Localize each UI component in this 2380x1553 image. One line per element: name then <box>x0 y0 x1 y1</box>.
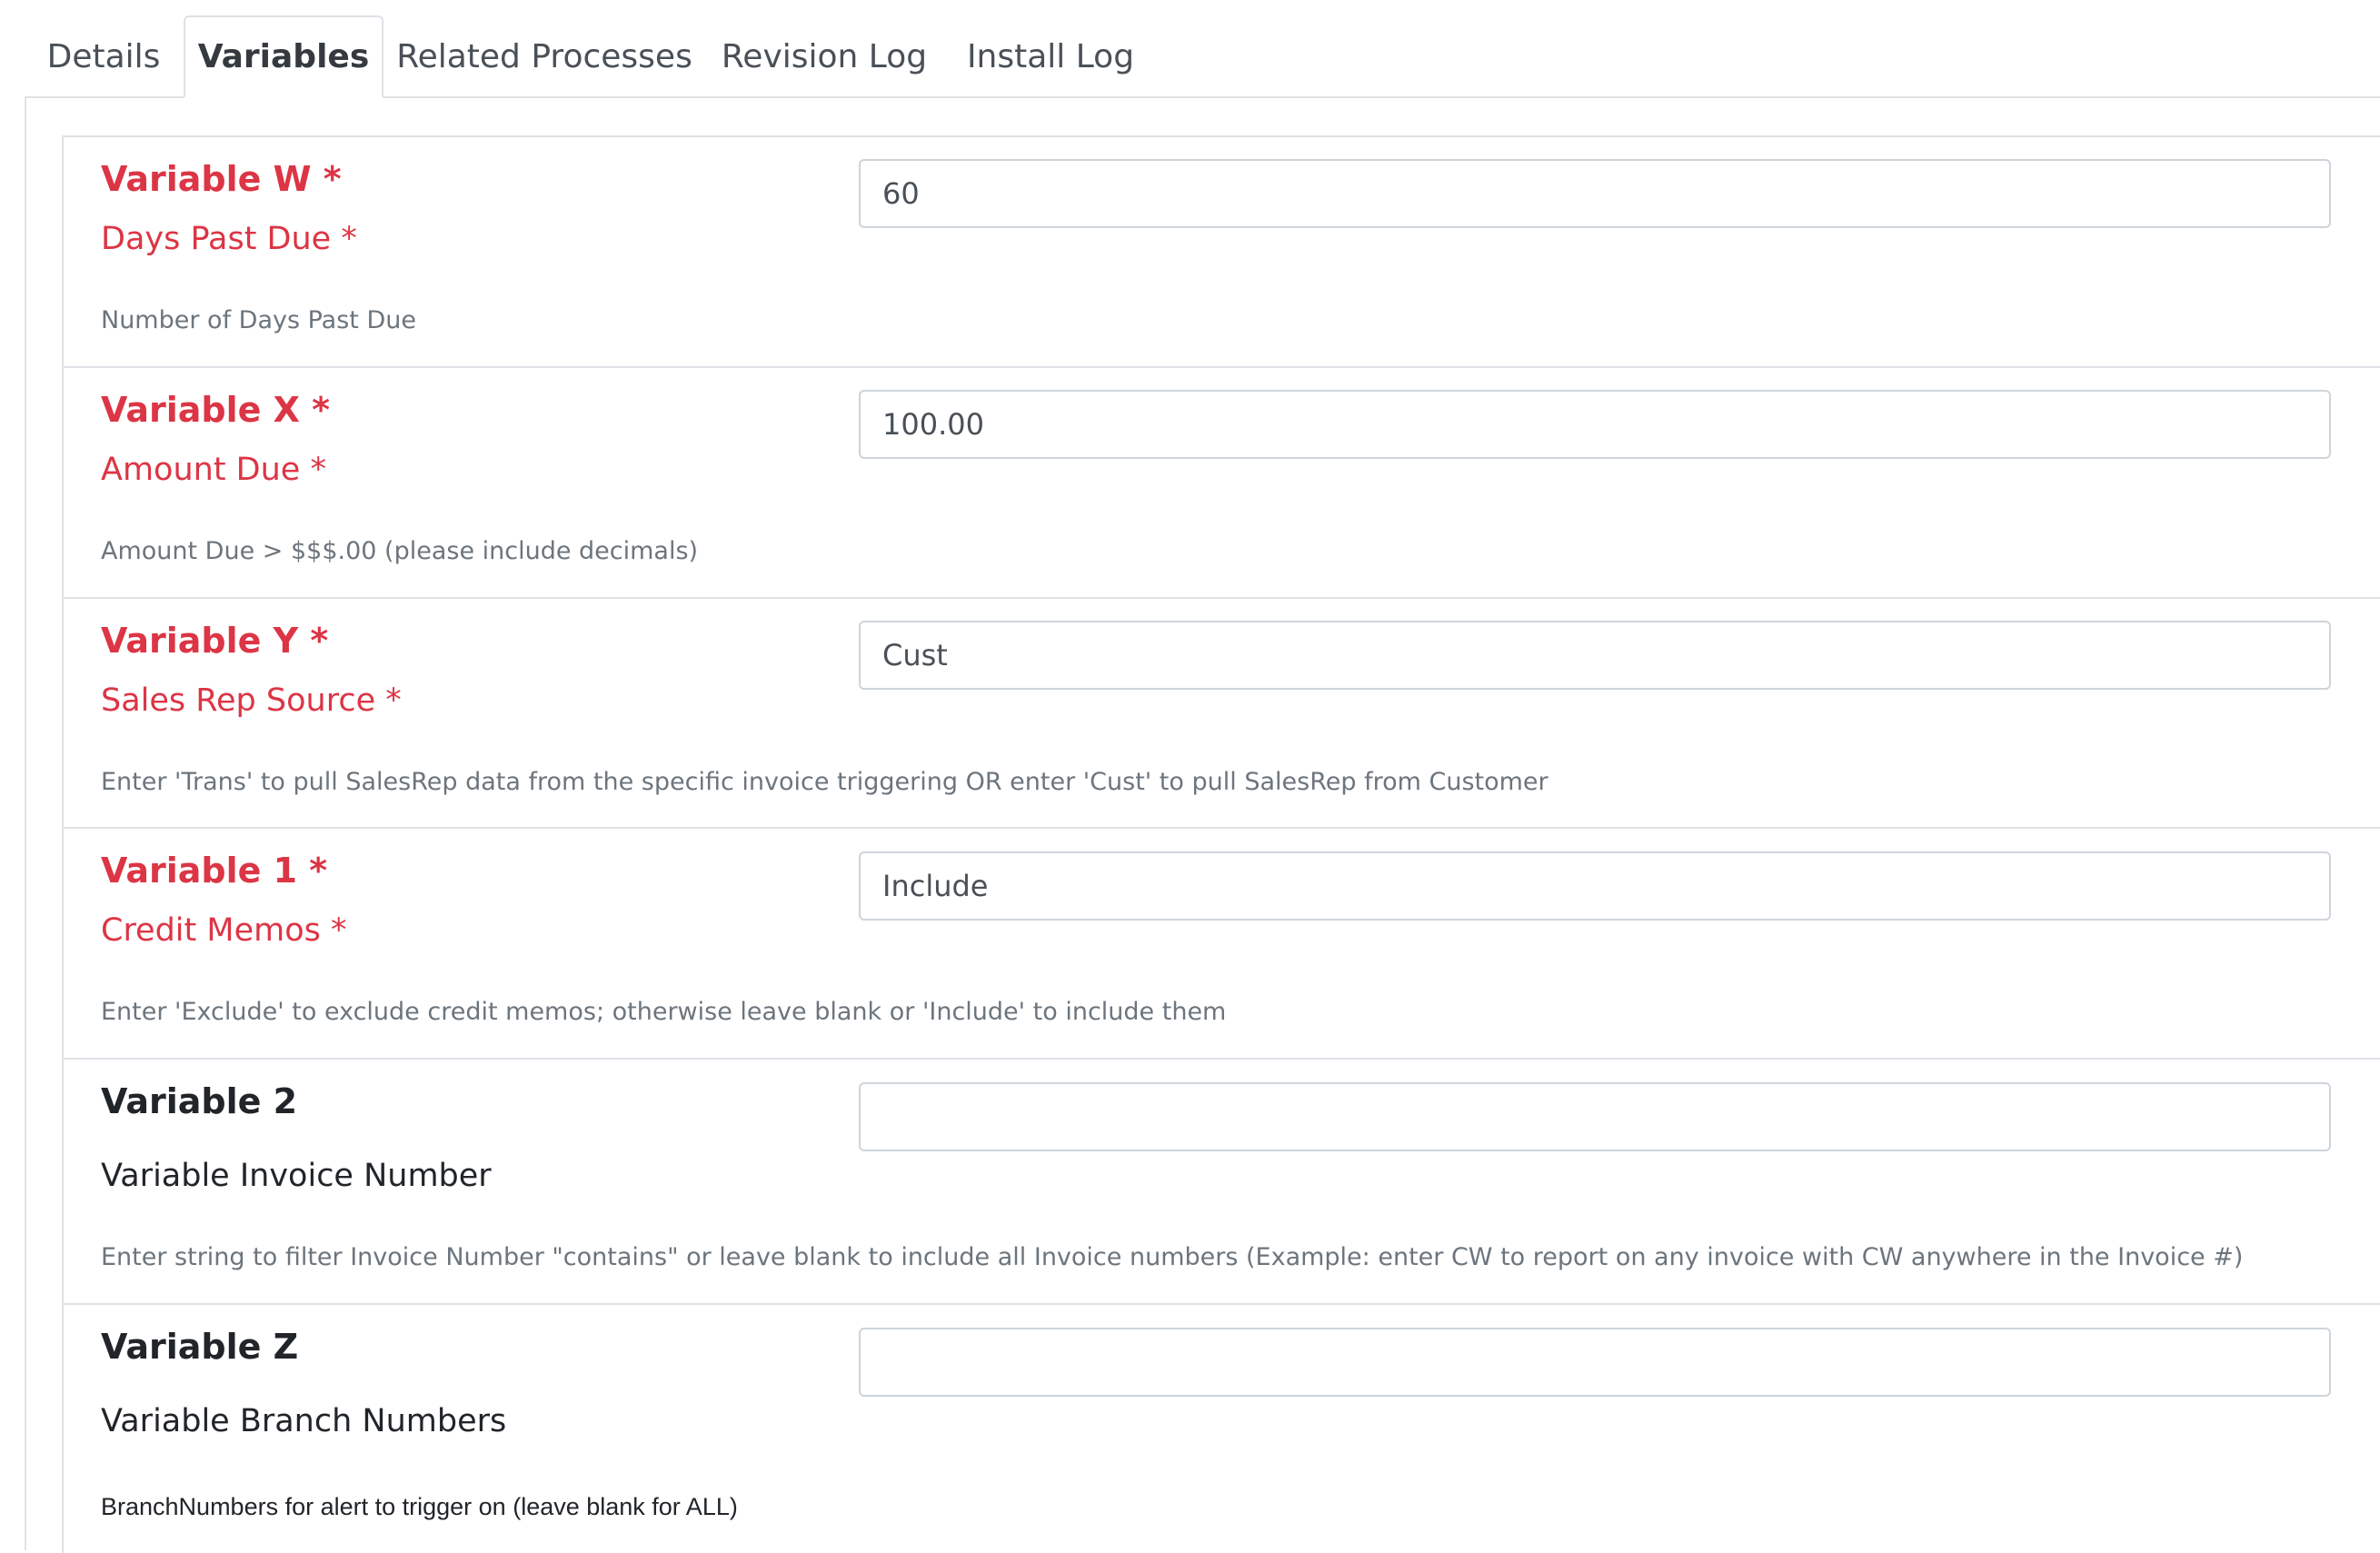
variable-1-input[interactable] <box>859 851 2331 921</box>
variable-help-text: BranchNumbers for alert to trigger on (l… <box>101 1493 738 1520</box>
tab-bar: Details Variables Related Processes Revi… <box>0 0 2380 98</box>
variable-name: Variable 2 <box>101 1081 298 1121</box>
variable-label: Credit Memos * <box>101 912 347 949</box>
variable-name: Variable Z <box>101 1327 299 1367</box>
variable-help-text: Enter 'Exclude' to exclude credit memos;… <box>101 998 1227 1026</box>
tab-install-log[interactable]: Install Log <box>943 15 1158 98</box>
variable-2-input[interactable] <box>859 1082 2331 1151</box>
variable-name: Variable X * <box>101 390 331 430</box>
variable-y-input[interactable] <box>859 621 2331 690</box>
variable-label: Variable Invoice Number <box>101 1158 492 1194</box>
variable-label: Days Past Due * <box>101 221 357 257</box>
tab-variables[interactable]: Variables <box>184 15 383 98</box>
tab-related-processes[interactable]: Related Processes <box>383 15 705 98</box>
variable-help-text: Number of Days Past Due <box>101 306 416 334</box>
variable-label: Variable Branch Numbers <box>101 1403 507 1439</box>
variable-x-input[interactable] <box>859 390 2331 459</box>
variable-label: Sales Rep Source * <box>101 682 402 719</box>
tab-details[interactable]: Details <box>25 15 183 98</box>
tab-revision-log[interactable]: Revision Log <box>705 15 943 98</box>
variable-help-text: Enter 'Trans' to pull SalesRep data from… <box>101 768 1548 796</box>
variable-help-text: Amount Due > $$$.00 (please include deci… <box>101 537 699 565</box>
variable-help-text: Enter string to filter Invoice Number "c… <box>101 1243 2244 1271</box>
variable-name: Variable W * <box>101 159 342 199</box>
variable-name: Variable Y * <box>101 621 329 661</box>
variable-z-input[interactable] <box>859 1328 2331 1397</box>
variable-name: Variable 1 * <box>101 851 328 891</box>
variable-w-input[interactable] <box>859 159 2331 228</box>
variable-label: Amount Due * <box>101 452 326 488</box>
